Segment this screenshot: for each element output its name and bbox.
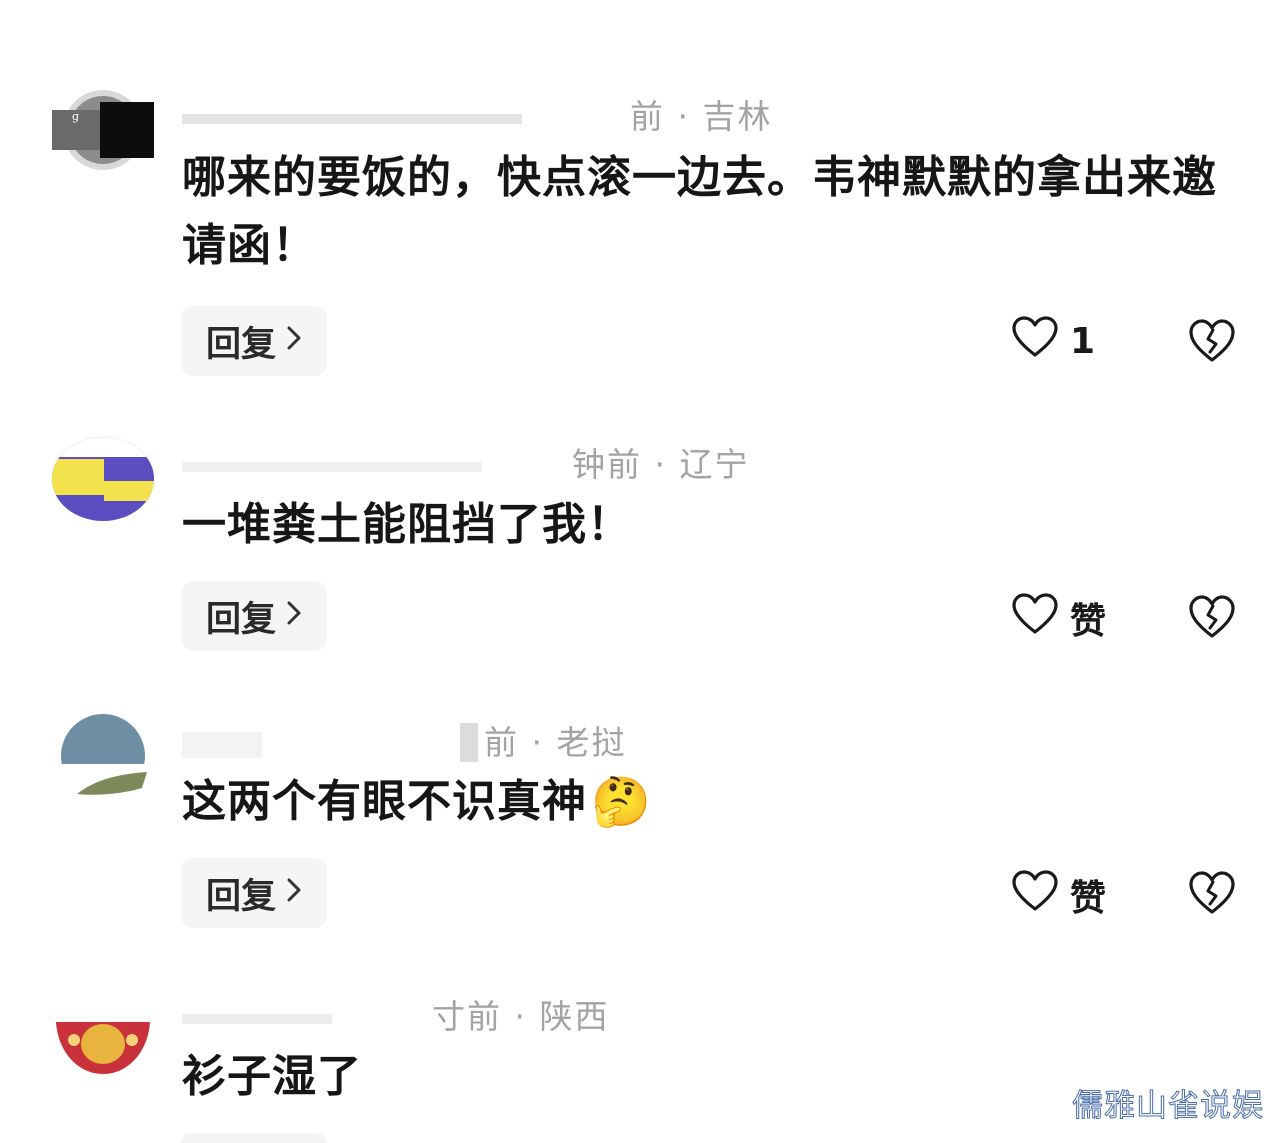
username-blurred [182, 461, 482, 472]
comment-text: 一堆粪土能阻挡了我！ [182, 499, 632, 550]
avatar-image: g [52, 90, 154, 170]
heart-outline-icon [1012, 592, 1058, 644]
thinking-emoji-icon: 🤔 [591, 774, 652, 830]
comment-meta-text: 前 · 老挝 [460, 723, 627, 762]
watermark-text: 儒雅山雀说娱 [1072, 1088, 1264, 1125]
reply-button[interactable]: 回复 [181, 858, 327, 928]
broken-heart-icon [1189, 319, 1235, 362]
chevron-right-icon [286, 324, 302, 359]
comment-meta: 前 · 吉林 [182, 90, 772, 138]
dislike-button[interactable] [1188, 318, 1236, 364]
like-button[interactable]: 1 [1012, 316, 1095, 367]
like-button[interactable]: 赞 [1012, 869, 1106, 921]
comment-text: 这两个有眼不识真神 🤔 [182, 768, 1222, 836]
avatar[interactable]: g [52, 88, 154, 172]
avatar[interactable] [52, 992, 154, 1076]
username-blurred [182, 113, 522, 124]
comment-list: g 前 · 吉林 哪来的要饭的，快点滚一边去。韦神默默的拿出来邀请函！ 回复 1 [0, 0, 1278, 1143]
broken-heart-icon [1189, 595, 1235, 638]
username-blurred [182, 731, 262, 758]
dislike-button[interactable] [1188, 870, 1236, 916]
avatar[interactable] [52, 714, 154, 798]
reply-button[interactable]: 回复 [181, 581, 327, 651]
reply-label: 回复 [205, 324, 276, 365]
reply-label: 回复 [205, 876, 276, 917]
avatar-image [52, 714, 154, 798]
broken-heart-icon [1189, 871, 1235, 914]
heart-outline-icon [1012, 869, 1058, 921]
like-label: 赞 [1070, 601, 1107, 642]
avatar-image [52, 992, 154, 1074]
comment-meta-text: 寸前 · 陕西 [432, 997, 610, 1036]
comment-text-content: 这两个有眼不识真神 [182, 776, 587, 827]
comment-meta: 钟前 · 辽宁 [182, 438, 749, 486]
chevron-right-icon [286, 599, 302, 634]
avatar[interactable] [52, 437, 154, 521]
comment-text: 衫子湿了 [182, 1051, 362, 1102]
comment-meta: 寸前 · 陕西 [182, 990, 609, 1038]
reply-button[interactable]: 回复 [181, 306, 327, 376]
heart-outline-icon [1012, 316, 1058, 367]
avatar-image [52, 437, 154, 521]
username-blurred [182, 1013, 332, 1024]
comment-meta-text: 钟前 · 辽宁 [572, 445, 750, 484]
dislike-button[interactable] [1188, 594, 1236, 640]
svg-text:g: g [72, 110, 79, 123]
like-count: 1 [1070, 321, 1096, 362]
comment-meta-text: 前 · 吉林 [630, 97, 773, 136]
like-label: 赞 [1070, 878, 1107, 919]
like-button[interactable]: 赞 [1012, 592, 1106, 644]
reply-label: 回复 [205, 599, 276, 640]
chevron-right-icon [286, 876, 302, 911]
comment-meta: 前 · 老挝 [182, 716, 627, 764]
comment-text: 哪来的要饭的，快点滚一边去。韦神默默的拿出来邀请函！ [182, 152, 1217, 271]
reply-button[interactable]: 回复 [181, 1133, 327, 1143]
